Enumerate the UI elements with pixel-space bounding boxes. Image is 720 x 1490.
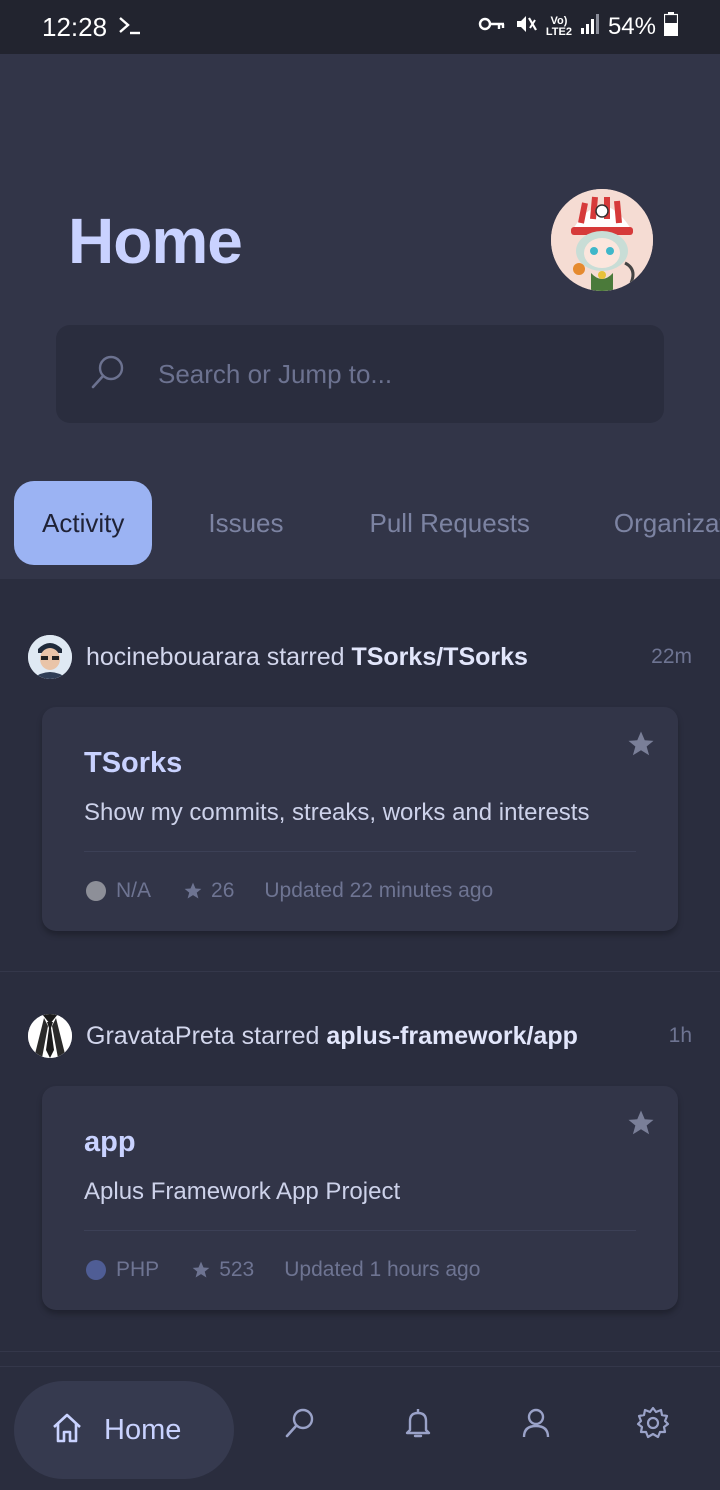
repo-link[interactable]: aplus-framework/app: [326, 1022, 577, 1050]
activity-time: 1h: [668, 1024, 692, 1047]
activity-header: GravataPreta starred aplus-framework/app…: [28, 1014, 692, 1058]
list-item: GravataPreta starred aplus-framework/app…: [0, 972, 720, 1352]
actor-name[interactable]: hocinebouarara: [86, 643, 260, 671]
status-right: Vo) LTE2 54%: [478, 11, 679, 43]
star-icon[interactable]: [626, 1108, 656, 1143]
terminal-icon: [117, 12, 143, 43]
nav-home-label: Home: [104, 1413, 182, 1446]
star-icon[interactable]: [626, 729, 656, 764]
feed-tabs: Activity Issues Pull Requests Organizati…: [14, 481, 720, 565]
tab-organizations[interactable]: Organizations: [614, 481, 720, 565]
list-item: hocinebouarara starred TSorks/TSorks 22m…: [0, 579, 720, 972]
tab-issues[interactable]: Issues: [208, 481, 283, 565]
activity-description: hocinebouarara starred TSorks/TSorks: [86, 643, 528, 672]
signal-icon: [580, 13, 600, 42]
search-icon: [88, 352, 128, 397]
repo-name: TSorks: [84, 747, 183, 779]
battery-percent: 54%: [607, 13, 656, 40]
nav-profile-button[interactable]: [514, 1403, 558, 1447]
search-icon: [283, 1406, 317, 1445]
activity-action: starred: [266, 642, 345, 671]
nav-notifications-button[interactable]: [396, 1403, 440, 1447]
nav-settings-button[interactable]: [631, 1403, 675, 1447]
app-root: 12:28 Vo) LTE2 54% Home Search or Jump t…: [0, 0, 720, 1490]
search-input[interactable]: [158, 358, 598, 390]
battery-icon: [663, 11, 679, 43]
nav-home-button[interactable]: Home: [14, 1381, 234, 1479]
user-avatar[interactable]: [551, 189, 653, 291]
nav-search-button[interactable]: [278, 1403, 322, 1447]
repo-updated: Updated 1 hours ago: [284, 1258, 481, 1281]
divider: [84, 1230, 636, 1231]
star-count-icon: [183, 881, 203, 901]
repo-card[interactable]: app Aplus Framework App Project PHP 523 …: [42, 1086, 678, 1310]
activity-description: GravataPreta starred aplus-framework/app: [86, 1022, 578, 1051]
status-time: 12:28: [42, 11, 108, 42]
activity-header: hocinebouarara starred TSorks/TSorks 22m: [28, 635, 692, 679]
divider: [84, 851, 636, 852]
repo-card[interactable]: TSorks Show my commits, streaks, works a…: [42, 707, 678, 931]
star-count-icon: [191, 1260, 211, 1280]
volte-indicator: Vo) LTE2: [546, 16, 572, 38]
avatar[interactable]: [28, 635, 72, 679]
repo-stars: 26: [211, 879, 235, 902]
vpn-key-icon: [478, 13, 506, 41]
gear-icon: [636, 1406, 670, 1445]
repo-stars: 523: [219, 1258, 255, 1281]
search-bar[interactable]: [56, 325, 664, 423]
page-title: Home: [68, 205, 243, 277]
repo-updated: Updated 22 minutes ago: [264, 879, 494, 902]
status-left: 12:28: [42, 12, 143, 43]
repo-description: Show my commits, streaks, works and inte…: [84, 799, 590, 826]
avatar[interactable]: [28, 1014, 72, 1058]
tab-pull-requests[interactable]: Pull Requests: [370, 481, 530, 565]
bell-icon: [401, 1406, 435, 1445]
activity-time: 22m: [651, 645, 692, 668]
repo-name: app: [84, 1126, 136, 1158]
repo-description: Aplus Framework App Project: [84, 1178, 401, 1205]
home-icon: [50, 1411, 84, 1450]
language-dot: [86, 881, 106, 901]
profile-icon: [519, 1406, 553, 1445]
repo-language: N/A: [116, 879, 152, 902]
home-header: Home Search or Jump to... Activity Issue…: [0, 54, 720, 579]
lte-label: LTE2: [545, 26, 572, 38]
repo-language: PHP: [116, 1258, 160, 1281]
bottom-navigation: Home: [0, 1366, 720, 1490]
repo-meta: N/A 26 Updated 22 minutes ago: [86, 879, 493, 903]
mute-icon: [514, 12, 538, 43]
actor-name[interactable]: GravataPreta: [86, 1022, 235, 1050]
tab-activity[interactable]: Activity: [14, 481, 153, 565]
activity-action: starred: [241, 1021, 320, 1050]
status-bar: 12:28 Vo) LTE2 54%: [0, 0, 720, 54]
repo-link[interactable]: TSorks/TSorks: [351, 643, 527, 671]
repo-meta: PHP 523 Updated 1 hours ago: [86, 1258, 480, 1282]
language-dot: [86, 1260, 106, 1280]
